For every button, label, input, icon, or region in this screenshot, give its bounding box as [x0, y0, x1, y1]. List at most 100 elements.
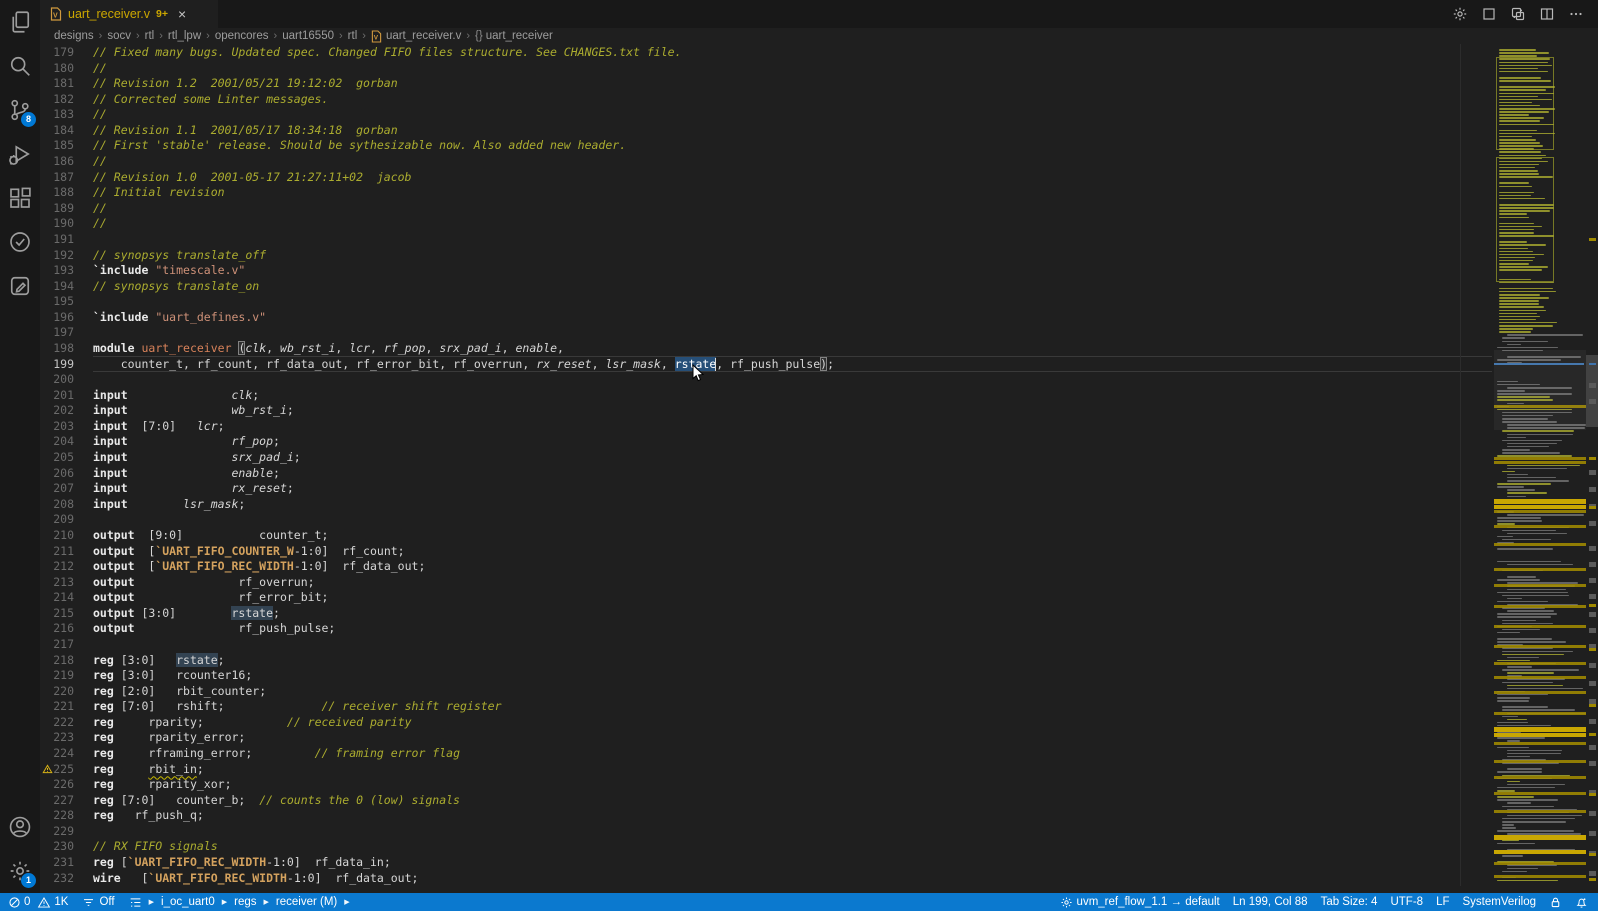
line-number[interactable]: 189 — [40, 201, 93, 217]
line-number[interactable]: 210 — [40, 528, 93, 544]
code-line[interactable]: reg rbit_in; — [93, 762, 1492, 778]
code-line[interactable]: // RX FIFO signals — [93, 839, 1492, 855]
breadcrumb-item[interactable]: uart16550 — [282, 30, 334, 42]
code-line[interactable]: // Corrected some Linter messages. — [93, 92, 1492, 108]
code-line[interactable]: wire [`UART_FIFO_REC_WIDTH-1:0] rf_data_… — [93, 871, 1492, 886]
line-number[interactable]: 200 — [40, 372, 93, 388]
line-number[interactable]: 197 — [40, 325, 93, 341]
code-line[interactable] — [93, 512, 1492, 528]
code-line[interactable]: input clk; — [93, 388, 1492, 404]
line-number[interactable]: 198 — [40, 341, 93, 357]
breadcrumb-item[interactable]: socv — [107, 30, 131, 42]
activity-bar-item-search[interactable] — [0, 44, 40, 88]
line-number[interactable]: 192 — [40, 248, 93, 264]
line-number[interactable]: 191 — [40, 232, 93, 248]
code-line[interactable]: `include "timescale.v" — [93, 263, 1492, 279]
line-number[interactable]: 188 — [40, 185, 93, 201]
code-line[interactable]: input wb_rst_i; — [93, 403, 1492, 419]
activity-bar-item-extensions[interactable] — [0, 176, 40, 220]
line-number[interactable]: 182 — [40, 92, 93, 108]
breadcrumb-symbol[interactable]: {}uart_receiver — [475, 30, 553, 42]
line-number[interactable]: 184 — [40, 123, 93, 139]
code-line[interactable]: input rf_pop; — [93, 434, 1492, 450]
code-line[interactable]: // — [93, 107, 1492, 123]
code-line[interactable]: output [9:0] counter_t; — [93, 528, 1492, 544]
line-number[interactable]: 181 — [40, 76, 93, 92]
changes-icon[interactable] — [1510, 6, 1526, 22]
line-number[interactable]: 217 — [40, 637, 93, 653]
code-line[interactable]: input lsr_mask; — [93, 497, 1492, 513]
line-number[interactable]: 203 — [40, 419, 93, 435]
code-line[interactable]: output rf_overrun; — [93, 575, 1492, 591]
scrollbar-slider[interactable] — [1586, 355, 1598, 427]
code-line[interactable]: reg [3:0] rcounter16; — [93, 668, 1492, 684]
code-line[interactable] — [93, 637, 1492, 653]
line-number[interactable]: 218 — [40, 653, 93, 669]
line-number[interactable]: 214 — [40, 590, 93, 606]
code-line[interactable]: input rx_reset; — [93, 481, 1492, 497]
code-line[interactable] — [93, 824, 1492, 840]
line-number[interactable]: 201 — [40, 388, 93, 404]
line-number[interactable]: 193 — [40, 263, 93, 279]
code-line[interactable]: reg [7:0] counter_b; // counts the 0 (lo… — [93, 793, 1492, 809]
tab-uart-receiver[interactable]: V uart_receiver.v 9+ × — [40, 0, 218, 28]
code-line[interactable]: // — [93, 216, 1492, 232]
breadcrumb-file[interactable]: uart_receiver.v — [386, 30, 461, 42]
code-line[interactable]: reg [3:0] rstate; — [93, 653, 1492, 669]
line-number[interactable]: 187 — [40, 170, 93, 186]
code-line[interactable]: // synopsys translate_on — [93, 279, 1492, 295]
code-line[interactable]: // — [93, 61, 1492, 77]
code-line[interactable]: // Revision 1.0 2001-05-17 21:27:11+02 j… — [93, 170, 1492, 186]
breadcrumb-item[interactable]: designs — [54, 30, 94, 42]
eol-status[interactable]: LF — [1436, 896, 1449, 908]
code-line[interactable]: counter_t, rf_count, rf_data_out, rf_err… — [93, 357, 1492, 373]
line-number[interactable]: 186 — [40, 154, 93, 170]
lock-icon[interactable] — [1549, 896, 1562, 909]
code-line[interactable]: reg rparity_error; — [93, 730, 1492, 746]
line-number[interactable]: 223 — [40, 730, 93, 746]
line-number[interactable]: 194 — [40, 279, 93, 295]
code-line[interactable] — [93, 325, 1492, 341]
minimap-viewport[interactable] — [1494, 350, 1586, 430]
code-line[interactable]: reg [7:0] rshift; // receiver shift regi… — [93, 699, 1492, 715]
code-line[interactable] — [93, 372, 1492, 388]
line-number[interactable]: 196 — [40, 310, 93, 326]
line-number[interactable]: 204 — [40, 434, 93, 450]
code-line[interactable]: reg rframing_error; // framing error fla… — [93, 746, 1492, 762]
line-number[interactable]: 199 — [40, 357, 93, 373]
more-actions-icon[interactable] — [1568, 6, 1584, 22]
line-number[interactable]: 231 — [40, 855, 93, 871]
code-line[interactable] — [93, 294, 1492, 310]
line-number[interactable]: 195 — [40, 294, 93, 310]
breadcrumb-item[interactable]: rtl — [145, 30, 155, 42]
activity-bar-item-account[interactable] — [0, 805, 40, 849]
code-line[interactable]: // First 'stable' release. Should be syt… — [93, 138, 1492, 154]
line-number[interactable]: 232 — [40, 871, 93, 886]
square-icon[interactable] — [1481, 6, 1497, 22]
indentation-status[interactable]: Tab Size: 4 — [1321, 896, 1378, 908]
breadcrumb-item[interactable]: opencores — [215, 30, 269, 42]
line-number[interactable]: 224 — [40, 746, 93, 762]
line-number[interactable]: 225 — [40, 762, 93, 778]
code-line[interactable]: output rf_push_pulse; — [93, 621, 1492, 637]
line-number[interactable]: 220 — [40, 684, 93, 700]
editor[interactable]: 1791801811821831841851861871881891901911… — [40, 44, 1598, 893]
line-number[interactable]: 185 — [40, 138, 93, 154]
code-line[interactable]: // — [93, 201, 1492, 217]
cursor-position[interactable]: Ln 199, Col 88 — [1233, 896, 1308, 908]
gear-icon[interactable] — [1452, 6, 1468, 22]
profile-status[interactable]: uvm_ref_flow_1.1 → default — [1060, 896, 1220, 909]
code-line[interactable]: input [7:0] lcr; — [93, 419, 1492, 435]
code-line[interactable]: // synopsys translate_off — [93, 248, 1492, 264]
minimap[interactable] — [1494, 44, 1586, 893]
line-number[interactable]: 205 — [40, 450, 93, 466]
activity-bar-item-run-debug[interactable] — [0, 132, 40, 176]
line-number[interactable]: 219 — [40, 668, 93, 684]
code-line[interactable]: `include "uart_defines.v" — [93, 310, 1492, 326]
code-line[interactable]: reg rf_push_q; — [93, 808, 1492, 824]
scope-hierarchy[interactable]: ▶i_oc_uart0▶regs▶receiver (M)▶ — [129, 896, 353, 909]
activity-bar-item-source-control[interactable]: 8 — [0, 88, 40, 132]
bell-icon[interactable] — [1575, 896, 1588, 909]
code-line[interactable]: output [`UART_FIFO_COUNTER_W-1:0] rf_cou… — [93, 544, 1492, 560]
line-number[interactable]: 226 — [40, 777, 93, 793]
